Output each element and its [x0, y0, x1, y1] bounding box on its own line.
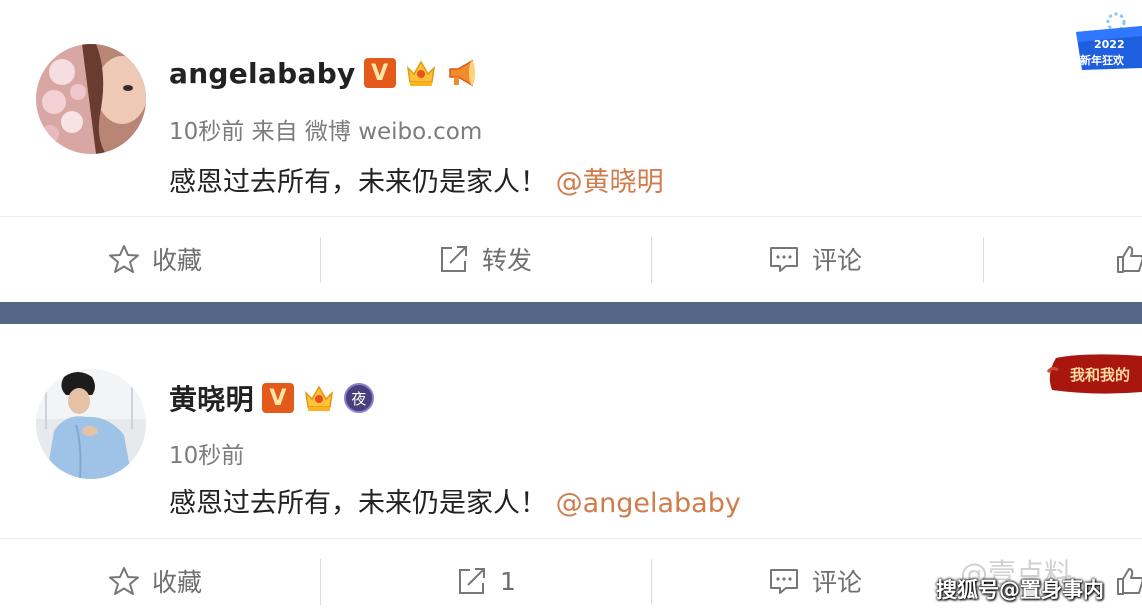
crown-icon[interactable]: [404, 56, 438, 90]
post-divider-band: [0, 302, 1142, 324]
user-name-row: 黄晓明 V 夜: [169, 378, 374, 418]
megaphone-icon[interactable]: [446, 56, 480, 90]
post-content: 感恩过去所有，未来仍是家人！ @angelababy: [169, 481, 741, 520]
crown-icon[interactable]: [302, 381, 336, 415]
svg-text:新年狂欢: 新年狂欢: [1080, 53, 1125, 67]
comment-button[interactable]: 评论: [768, 229, 862, 289]
action-divider: [651, 559, 652, 605]
post-meta: 10秒前 来自 微博 weibo.com: [169, 119, 483, 145]
action-divider: [983, 237, 984, 283]
repost-count: 1: [500, 566, 516, 596]
comment-label: 评论: [812, 568, 863, 597]
weibo-post-angelababy: 2022 新年狂欢 angelababy V 10秒前 来自 微博 weibo.…: [0, 0, 1142, 302]
verified-v-icon[interactable]: V: [363, 58, 396, 88]
svg-text:2022: 2022: [1094, 38, 1125, 51]
repost-button[interactable]: 1: [456, 551, 516, 611]
repost-button[interactable]: 转发: [438, 229, 532, 289]
watermark-main: 搜狐号@置身事内: [936, 578, 1104, 602]
action-bar: 收藏 转发 评论: [0, 229, 1142, 289]
comment-icon: [770, 247, 798, 272]
like-button[interactable]: [1114, 551, 1142, 611]
favorite-button[interactable]: 收藏: [108, 229, 202, 289]
username[interactable]: 黄晓明: [169, 378, 254, 418]
svg-text:我和我的: 我和我的: [1070, 366, 1130, 384]
user-name-row: angelababy V: [169, 56, 480, 90]
star-icon: [109, 567, 139, 595]
repost-label: 转发: [482, 246, 533, 275]
post-meta: 10秒前: [169, 443, 245, 469]
favorite-button[interactable]: 收藏: [108, 551, 202, 611]
card-separator: [0, 538, 1142, 539]
comment-icon: [770, 569, 798, 594]
verified-v-icon[interactable]: V: [261, 383, 294, 413]
red-event-badge[interactable]: 我和我的: [1046, 352, 1142, 396]
event-badge-2022[interactable]: 2022 新年狂欢: [1072, 12, 1142, 72]
thumbs-up-icon: [1117, 246, 1142, 273]
post-content: 感恩过去所有，未来仍是家人！ @黄晓明: [169, 160, 664, 199]
avatar[interactable]: [36, 369, 146, 479]
like-button[interactable]: [1114, 229, 1142, 289]
repost-icon: [441, 246, 467, 272]
avatar[interactable]: [36, 44, 146, 154]
mention-link[interactable]: @angelababy: [556, 488, 741, 519]
post-text: 感恩过去所有，未来仍是家人！: [169, 167, 547, 198]
comment-label: 评论: [812, 246, 863, 275]
favorite-label: 收藏: [152, 246, 203, 275]
comment-button[interactable]: 评论: [768, 551, 862, 611]
username[interactable]: angelababy: [169, 57, 356, 90]
night-badge-icon[interactable]: 夜: [343, 383, 374, 413]
star-icon: [109, 245, 139, 273]
action-divider: [320, 237, 321, 283]
action-divider: [651, 237, 652, 283]
favorite-label: 收藏: [152, 568, 203, 597]
card-separator: [0, 216, 1142, 217]
action-divider: [320, 559, 321, 605]
thumbs-up-icon: [1117, 568, 1142, 595]
mention-link[interactable]: @黄晓明: [556, 167, 664, 198]
post-text: 感恩过去所有，未来仍是家人！: [169, 488, 547, 519]
repost-icon: [459, 568, 485, 594]
